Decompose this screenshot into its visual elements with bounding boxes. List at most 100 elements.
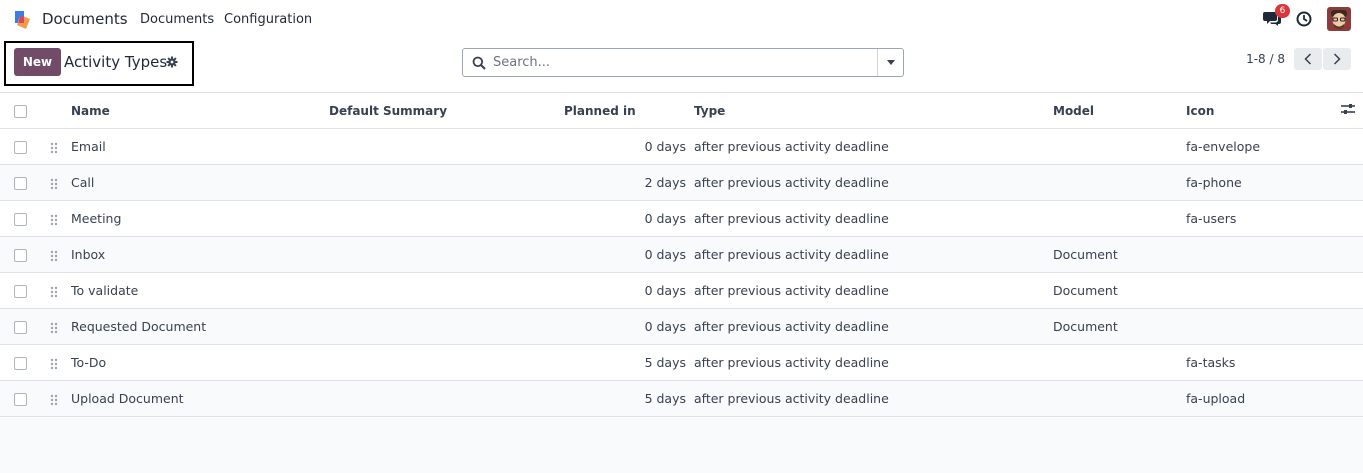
cell-name[interactable]: Upload Document — [71, 381, 329, 417]
pager-next-button[interactable] — [1323, 48, 1351, 70]
cell-icon[interactable]: fa-tasks — [1186, 345, 1341, 381]
cell-model[interactable] — [1053, 345, 1186, 381]
header-icon[interactable]: Icon — [1186, 93, 1341, 129]
cell-icon[interactable]: fa-envelope — [1186, 129, 1341, 165]
cell-planned-in[interactable]: 0 days — [564, 309, 694, 345]
cell-type[interactable]: after previous activity deadline — [694, 129, 1053, 165]
cell-default-summary[interactable] — [329, 165, 564, 201]
menu-documents[interactable]: Documents — [140, 12, 214, 27]
cell-type[interactable]: after previous activity deadline — [694, 345, 1053, 381]
list-empty-area — [0, 418, 1363, 473]
row-handle-cell — [50, 201, 71, 237]
search-options-toggle[interactable] — [878, 49, 904, 76]
cell-default-summary[interactable] — [329, 273, 564, 309]
drag-handle-icon[interactable] — [50, 322, 58, 334]
row-checkbox[interactable] — [14, 321, 27, 334]
cell-model[interactable] — [1053, 165, 1186, 201]
pager-value[interactable]: 1-8 / 8 — [1246, 52, 1285, 66]
cell-planned-in[interactable]: 5 days — [564, 381, 694, 417]
table-row[interactable]: Meeting 0 days after previous activity dea… — [0, 200, 1363, 237]
cell-name[interactable]: To-Do — [71, 345, 329, 381]
table-row[interactable]: Inbox 0 days after previous activity deadl… — [0, 236, 1363, 273]
cell-default-summary[interactable] — [329, 381, 564, 417]
cell-type[interactable]: after previous activity deadline — [694, 165, 1053, 201]
search-input[interactable] — [493, 50, 873, 75]
drag-handle-icon[interactable] — [50, 286, 58, 298]
cell-name[interactable]: Requested Document — [71, 309, 329, 345]
cell-model[interactable] — [1053, 381, 1186, 417]
cell-name[interactable]: Email — [71, 129, 329, 165]
table-row[interactable]: Call 2 days after previous activity deadli… — [0, 164, 1363, 201]
select-all-checkbox[interactable] — [14, 104, 27, 118]
table-row[interactable]: To-Do 5 days after previous activity deadl… — [0, 344, 1363, 381]
list-table: Name Default Summary Planned in Type Mod… — [0, 92, 1363, 417]
header-name[interactable]: Name — [71, 93, 329, 129]
cell-planned-in[interactable]: 0 days — [564, 201, 694, 237]
table-row[interactable]: Email 0 days after previous activity deadl… — [0, 128, 1363, 165]
cell-icon[interactable]: fa-users — [1186, 201, 1341, 237]
pager-previous-button[interactable] — [1294, 48, 1322, 70]
row-checkbox[interactable] — [14, 141, 27, 154]
cell-planned-in[interactable]: 0 days — [564, 273, 694, 309]
table-row[interactable]: To validate 0 days after previous activity… — [0, 272, 1363, 309]
search-bar — [462, 48, 904, 77]
cell-default-summary[interactable] — [329, 237, 564, 273]
activities-button[interactable] — [1295, 10, 1313, 28]
cell-name[interactable]: To validate — [71, 273, 329, 309]
header-type[interactable]: Type — [694, 93, 1053, 129]
cell-planned-in[interactable]: 0 days — [564, 237, 694, 273]
cell-type[interactable]: after previous activity deadline — [694, 273, 1053, 309]
cell-default-summary[interactable] — [329, 309, 564, 345]
cell-default-summary[interactable] — [329, 201, 564, 237]
cell-model[interactable] — [1053, 129, 1186, 165]
cell-planned-in[interactable]: 5 days — [564, 345, 694, 381]
header-planned-in[interactable]: Planned in — [564, 93, 694, 129]
cell-name[interactable]: Inbox — [71, 237, 329, 273]
row-checkbox[interactable] — [14, 213, 27, 226]
header-model[interactable]: Model — [1053, 93, 1186, 129]
gear-icon[interactable] — [166, 56, 178, 68]
cell-type[interactable]: after previous activity deadline — [694, 309, 1053, 345]
cell-default-summary[interactable] — [329, 345, 564, 381]
row-checkbox[interactable] — [14, 285, 27, 298]
cell-type[interactable]: after previous activity deadline — [694, 237, 1053, 273]
drag-handle-icon[interactable] — [50, 358, 58, 370]
cell-planned-in[interactable]: 0 days — [564, 129, 694, 165]
table-header-row: Name Default Summary Planned in Type Mod… — [0, 92, 1363, 129]
row-checkbox[interactable] — [14, 393, 27, 406]
cell-icon[interactable] — [1186, 273, 1341, 309]
cell-model[interactable]: Document — [1053, 309, 1186, 345]
app-name[interactable]: Documents — [42, 10, 128, 28]
menu-configuration[interactable]: Configuration — [224, 12, 312, 27]
drag-handle-icon[interactable] — [50, 214, 58, 226]
cell-type[interactable]: after previous activity deadline — [694, 381, 1053, 417]
cell-icon[interactable] — [1186, 237, 1341, 273]
documents-app-logo[interactable] — [12, 9, 34, 31]
cell-icon[interactable]: fa-upload — [1186, 381, 1341, 417]
cell-model[interactable]: Document — [1053, 237, 1186, 273]
user-avatar[interactable] — [1327, 7, 1351, 31]
drag-handle-icon[interactable] — [50, 142, 58, 154]
cell-name[interactable]: Meeting — [71, 201, 329, 237]
row-checkbox[interactable] — [14, 249, 27, 262]
row-checkbox[interactable] — [14, 357, 27, 370]
drag-handle-icon[interactable] — [50, 178, 58, 190]
optional-columns-icon[interactable] — [1341, 103, 1355, 115]
drag-handle-icon[interactable] — [50, 394, 58, 406]
cell-type[interactable]: after previous activity deadline — [694, 201, 1053, 237]
cell-model[interactable] — [1053, 201, 1186, 237]
header-default-summary[interactable]: Default Summary — [329, 93, 564, 129]
table-row[interactable]: Requested Document 0 days after previous a… — [0, 308, 1363, 345]
cell-spacer — [1341, 201, 1363, 237]
cell-name[interactable]: Call — [71, 165, 329, 201]
drag-handle-icon[interactable] — [50, 250, 58, 262]
messages-button[interactable]: 6 — [1263, 4, 1290, 28]
new-button[interactable]: New — [14, 48, 61, 76]
row-checkbox[interactable] — [14, 177, 27, 190]
table-row[interactable]: Upload Document 5 days after previous acti… — [0, 380, 1363, 417]
cell-planned-in[interactable]: 2 days — [564, 165, 694, 201]
cell-icon[interactable]: fa-phone — [1186, 165, 1341, 201]
cell-icon[interactable] — [1186, 309, 1341, 345]
cell-model[interactable]: Document — [1053, 273, 1186, 309]
cell-default-summary[interactable] — [329, 129, 564, 165]
